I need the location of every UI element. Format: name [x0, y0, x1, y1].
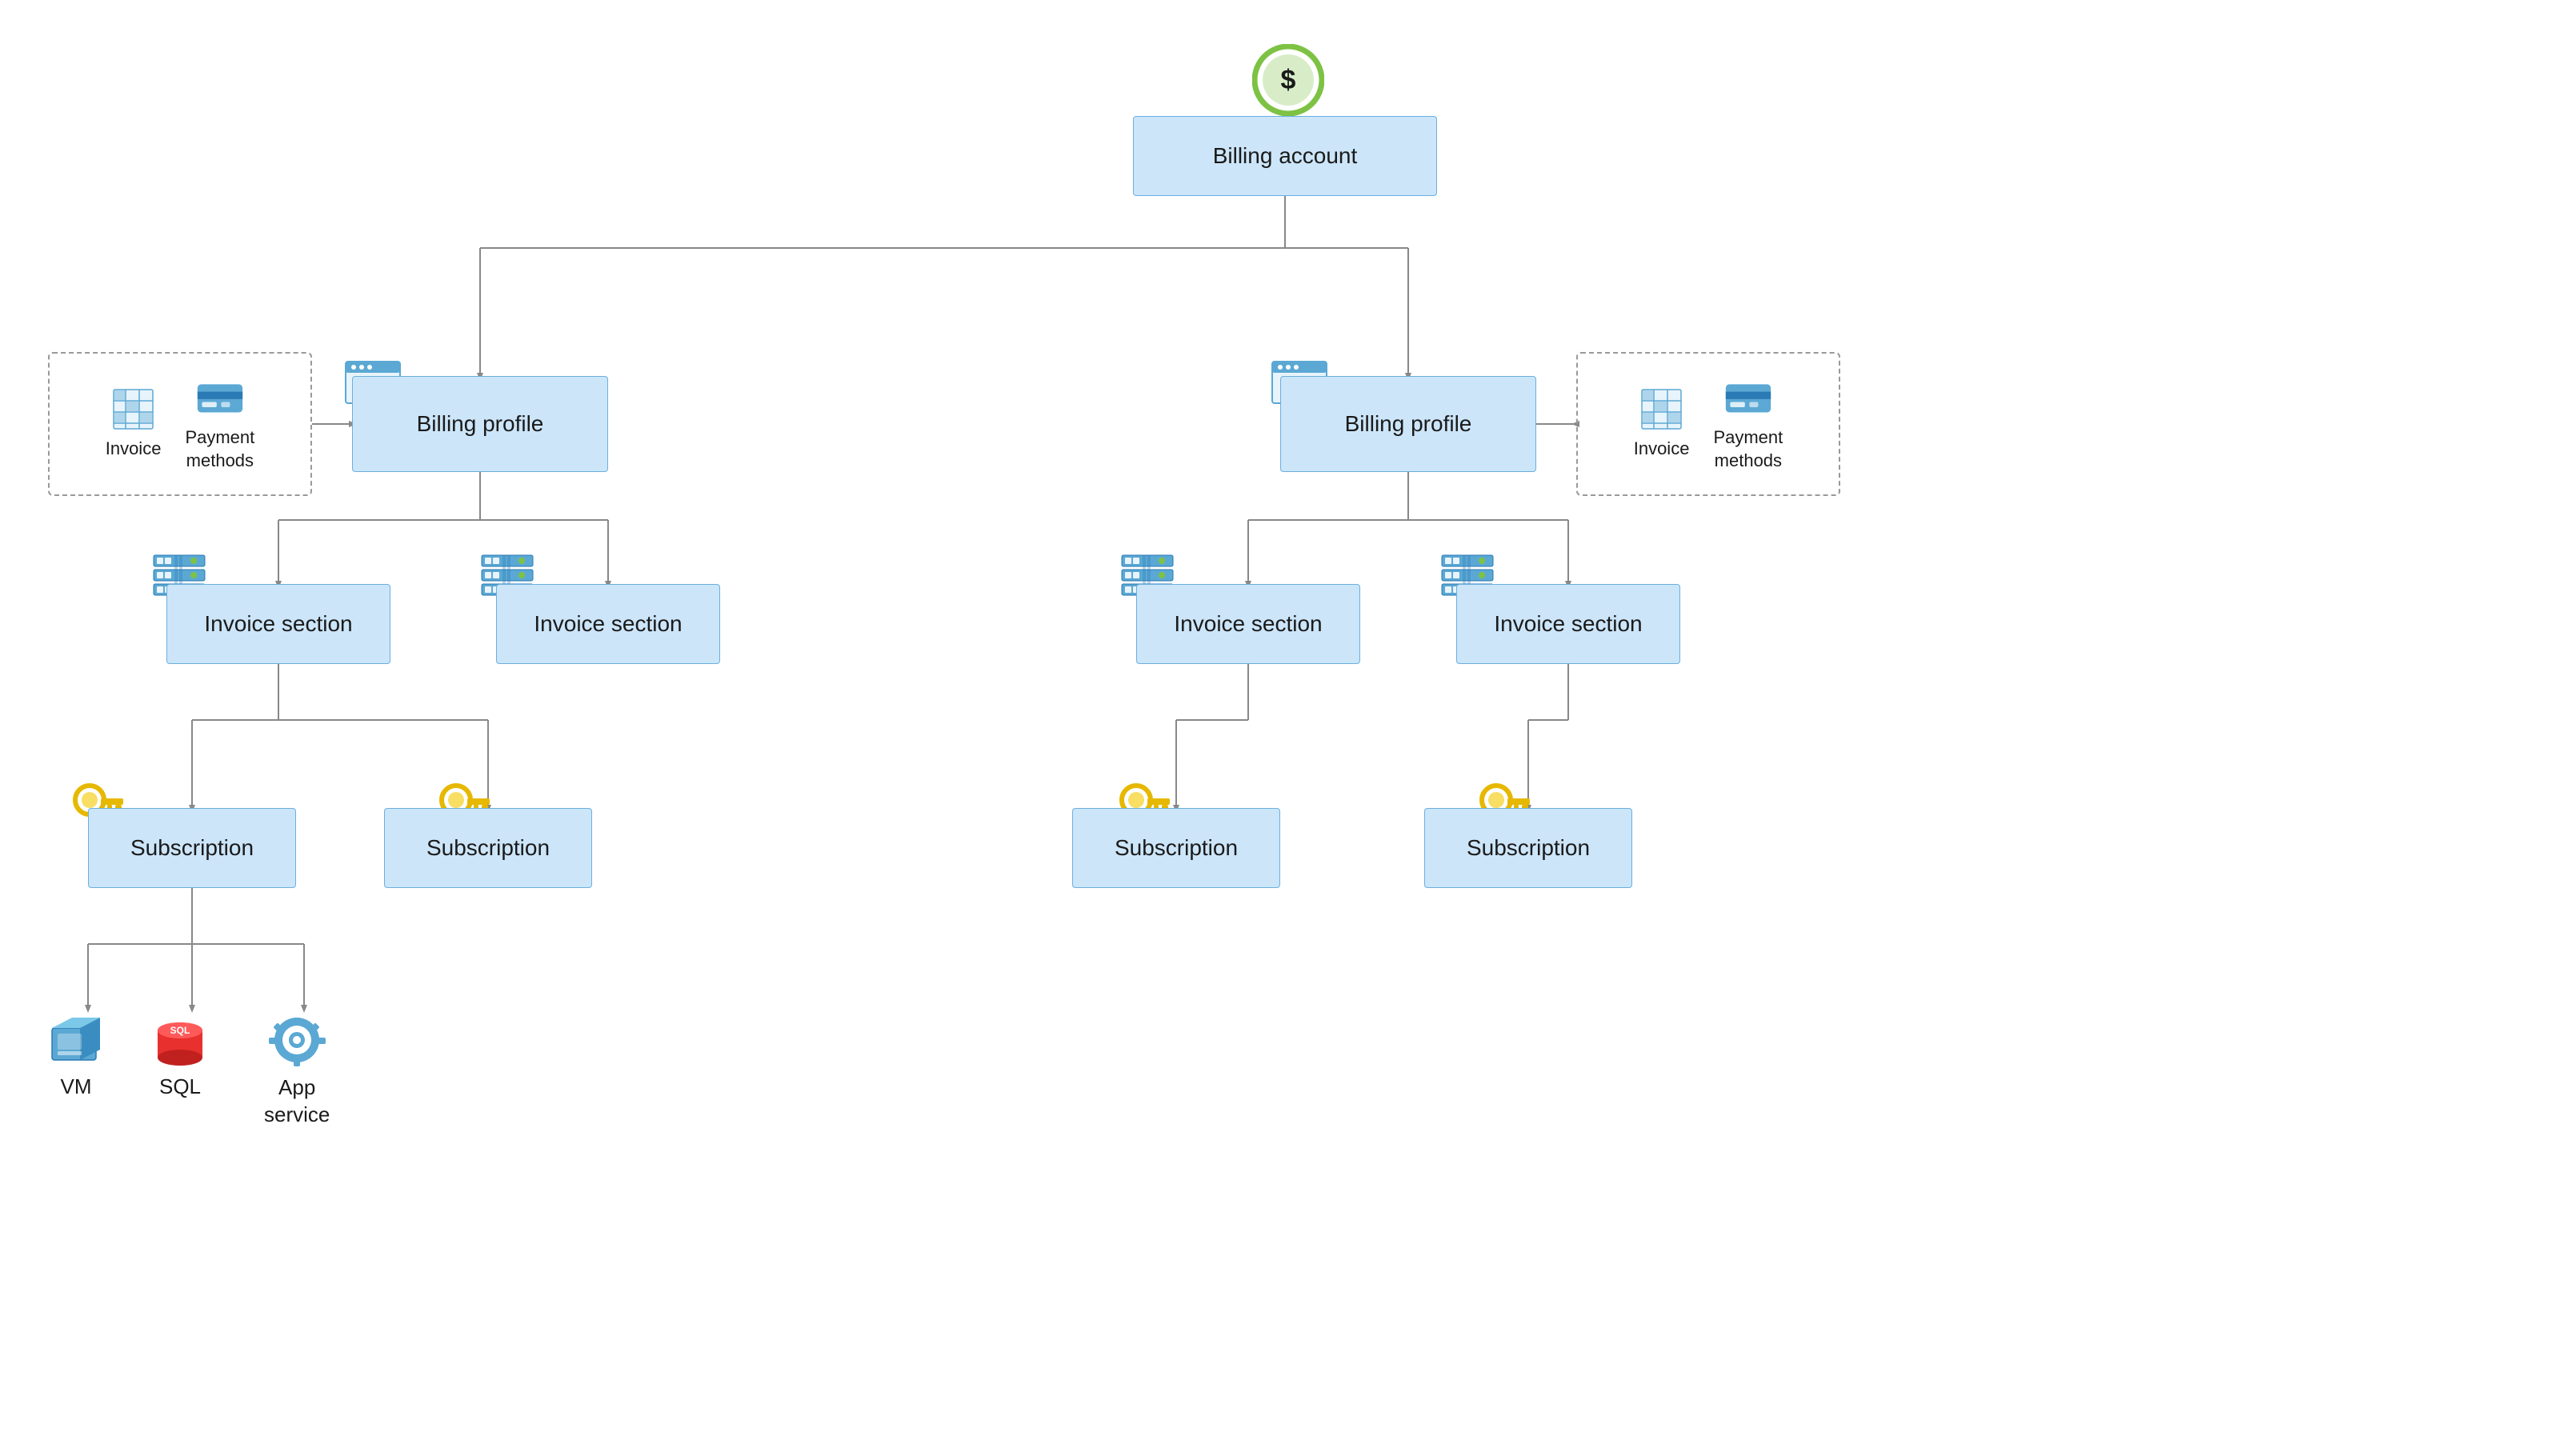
invoice-icon-left — [110, 387, 158, 431]
payment-right: Paymentmethods — [1713, 376, 1783, 472]
billing-profile-right-label: Billing profile — [1345, 410, 1472, 438]
sql-resource: SQL SQL — [152, 1016, 208, 1099]
app-service-label: Appservice — [264, 1074, 330, 1129]
connector-lines — [0, 0, 2570, 1456]
svg-text:$: $ — [1281, 65, 1296, 95]
invoice-section-1-label: Invoice section — [204, 610, 352, 638]
payment-left-label: Paymentmethods — [185, 426, 254, 472]
dashed-box-right: Invoice Paymentmethods — [1576, 352, 1840, 496]
invoice-section-3-label: Invoice section — [1174, 610, 1322, 638]
invoice-section-4-label: Invoice section — [1494, 610, 1642, 638]
subscription-4-node: Subscription — [1424, 808, 1632, 888]
subscription-4-label: Subscription — [1467, 834, 1590, 862]
payment-right-label: Paymentmethods — [1713, 426, 1783, 472]
invoice-left: Invoice — [106, 387, 162, 461]
subscription-3-label: Subscription — [1115, 834, 1238, 862]
vm-label: VM — [61, 1074, 92, 1099]
sql-label: SQL — [159, 1074, 201, 1099]
billing-account-label: Billing account — [1213, 142, 1358, 170]
billing-account-icon: $ — [1252, 44, 1324, 116]
invoice-section-4-node: Invoice section — [1456, 584, 1680, 664]
invoice-left-label: Invoice — [106, 438, 162, 461]
invoice-section-1-node: Invoice section — [166, 584, 390, 664]
invoice-section-3-node: Invoice section — [1136, 584, 1360, 664]
invoice-right: Invoice — [1634, 387, 1690, 461]
vm-resource: VM — [48, 1016, 104, 1099]
invoice-right-label: Invoice — [1634, 438, 1690, 461]
subscription-1-node: Subscription — [88, 808, 296, 888]
payment-left: Paymentmethods — [185, 376, 254, 472]
billing-account-node: Billing account — [1133, 116, 1437, 196]
billing-profile-left-label: Billing profile — [417, 410, 544, 438]
payment-icon-left — [196, 376, 244, 420]
invoice-icon-right — [1638, 387, 1686, 431]
diagram-container: $ Billing account $ Billing profile — [0, 0, 2570, 1456]
dashed-box-left: Invoice Paymentmethods — [48, 352, 312, 496]
app-service-resource: Appservice — [264, 1016, 330, 1129]
subscription-3-node: Subscription — [1072, 808, 1280, 888]
subscription-1-label: Subscription — [130, 834, 254, 862]
invoice-section-2-label: Invoice section — [534, 610, 682, 638]
billing-profile-right-node: Billing profile — [1280, 376, 1536, 472]
subscription-2-label: Subscription — [426, 834, 550, 862]
billing-profile-left-node: Billing profile — [352, 376, 608, 472]
payment-icon-right — [1724, 376, 1772, 420]
invoice-section-2-node: Invoice section — [496, 584, 720, 664]
svg-text:SQL: SQL — [170, 1025, 190, 1036]
subscription-2-node: Subscription — [384, 808, 592, 888]
